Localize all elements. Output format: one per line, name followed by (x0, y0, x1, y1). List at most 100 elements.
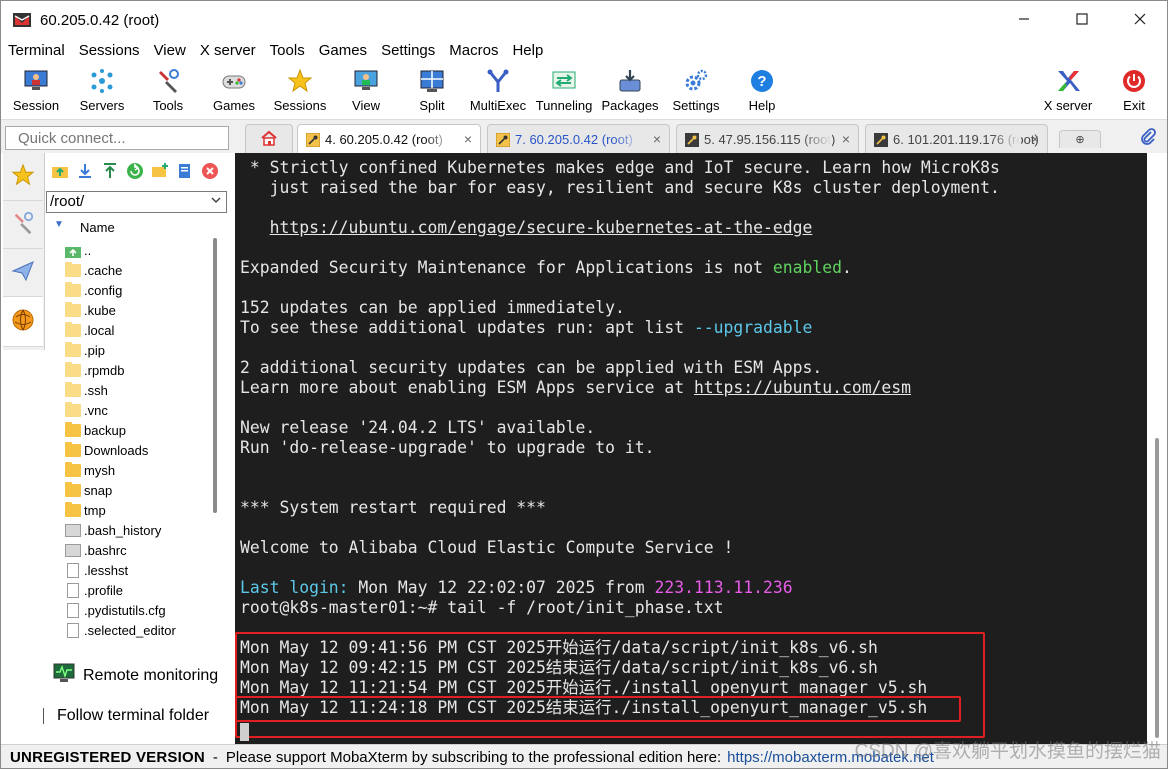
file-list-item[interactable]: snap (65, 480, 215, 500)
upload-icon[interactable] (101, 162, 119, 180)
terminal-text: * Strictly confined Kubernetes makes edg… (240, 158, 1000, 177)
file-list-item[interactable]: .ssh (65, 380, 215, 400)
menu-help[interactable]: Help (505, 39, 550, 63)
multiexec-label: MultiExec (469, 98, 527, 113)
sidebar-tab-macros[interactable] (3, 249, 43, 297)
file-list-item[interactable]: .pydistutils.cfg (65, 600, 215, 620)
ssh-key-icon (685, 132, 699, 147)
tools-button[interactable]: Tools (136, 66, 200, 118)
menu-terminal[interactable]: Terminal (1, 39, 72, 63)
quick-connect-input[interactable] (5, 126, 229, 150)
gamepad-icon (221, 68, 247, 94)
file-list-item[interactable]: .bashrc (65, 540, 215, 560)
exit-button[interactable]: Exit (1102, 66, 1166, 118)
terminal-scrollbar[interactable] (1147, 153, 1167, 744)
terminal-output[interactable]: * Strictly confined Kubernetes makes edg… (235, 153, 1147, 744)
follow-terminal-folder-checkbox[interactable]: Follow terminal folder (43, 707, 209, 725)
menu-sessions[interactable]: Sessions (72, 39, 147, 63)
games-button[interactable]: Games (202, 66, 266, 118)
file-list-item[interactable]: .. (65, 240, 215, 260)
minimize-button[interactable] (995, 1, 1053, 39)
sidebar-tab-tools[interactable] (3, 201, 43, 249)
home-tab[interactable] (245, 124, 293, 154)
xserver-button[interactable]: X server (1036, 66, 1100, 118)
gears-icon (683, 68, 709, 94)
sessions-button[interactable]: Sessions (268, 66, 332, 118)
file-icon (65, 543, 81, 557)
terminal-line: To see these additional updates run: apt… (240, 318, 812, 338)
terminal-text: Expanded Security Maintenance for Applic… (240, 258, 773, 277)
tab-session-6[interactable]: 6. 101.201.119.176 (root) × (865, 124, 1048, 154)
xserver-label: X server (1043, 98, 1093, 113)
close-tab-icon[interactable]: × (842, 131, 850, 147)
file-list-item[interactable]: .profile (65, 580, 215, 600)
file-list-item[interactable]: .vnc (65, 400, 215, 420)
sftp-toolbar (45, 153, 233, 189)
maximize-button[interactable] (1053, 1, 1111, 39)
close-button[interactable] (1111, 1, 1167, 39)
new-folder-icon[interactable] (151, 162, 169, 180)
hidden-folder-icon (65, 381, 81, 397)
split-button[interactable]: Split (400, 66, 464, 118)
hidden-folder-icon (65, 341, 81, 357)
file-list-item[interactable]: backup (65, 420, 215, 440)
terminal-line: New release '24.04.2 LTS' available. (240, 418, 595, 438)
menu-view[interactable]: View (147, 39, 193, 63)
xserver-icon (1055, 68, 1081, 94)
menu-xserver[interactable]: X server (193, 39, 263, 63)
close-tab-icon[interactable]: × (1031, 131, 1039, 147)
file-list-item[interactable]: .selected_editor (65, 620, 215, 640)
plus-icon: ⊕ (1075, 134, 1085, 146)
refresh-icon[interactable] (126, 162, 144, 180)
terminal-text: Last login: (240, 578, 349, 597)
file-list-item[interactable]: .rpmdb (65, 360, 215, 380)
multiexec-button[interactable]: MultiExec (466, 66, 530, 118)
file-list-header[interactable]: ▼ Name (46, 217, 206, 237)
tab-session-5[interactable]: 5. 47.95.156.115 (root) × (676, 124, 859, 154)
file-list-item[interactable]: Downloads (65, 440, 215, 460)
svg-text:?: ? (757, 73, 766, 90)
file-list-item[interactable]: mysh (65, 460, 215, 480)
tunneling-button[interactable]: Tunneling (532, 66, 596, 118)
file-list-item[interactable]: .kube (65, 300, 215, 320)
file-list-item[interactable]: .lesshst (65, 560, 215, 580)
download-icon[interactable] (76, 162, 94, 180)
tab-row: 4. 60.205.0.42 (root) × 7. 60.205.0.42 (… (1, 119, 1167, 154)
terminal-scrollbar-thumb[interactable] (1155, 438, 1159, 738)
parent-folder-icon[interactable] (51, 162, 69, 180)
file-list-item[interactable]: .config (65, 280, 215, 300)
menu-games[interactable]: Games (312, 39, 374, 63)
terminal-line: *** System restart required *** (240, 498, 546, 518)
sidebar-tab-sessions[interactable] (3, 153, 43, 201)
file-list-item[interactable]: .bash_history (65, 520, 215, 540)
close-tab-icon[interactable]: × (653, 131, 661, 147)
close-icon (1134, 12, 1146, 28)
file-list-item[interactable]: .local (65, 320, 215, 340)
tab-session-7[interactable]: 7. 60.205.0.42 (root) × (487, 124, 670, 154)
file-list-item[interactable]: tmp (65, 500, 215, 520)
sftp-path-select[interactable]: /root/ (46, 191, 227, 213)
menu-macros[interactable]: Macros (442, 39, 505, 63)
tab-session-4[interactable]: 4. 60.205.0.42 (root) × (297, 124, 481, 154)
close-tab-icon[interactable]: × (464, 131, 472, 147)
paperclip-icon[interactable] (1139, 128, 1157, 149)
sidebar-tab-sftp[interactable] (3, 297, 43, 347)
remote-monitoring-button[interactable]: Remote monitoring (53, 663, 218, 688)
delete-icon[interactable] (201, 162, 219, 180)
sftp-path-value: /root/ (50, 193, 85, 210)
packages-button[interactable]: Packages (598, 66, 662, 118)
terminal-text: enabled (772, 258, 842, 277)
new-tab-button[interactable]: ⊕ (1059, 130, 1101, 148)
session-button[interactable]: Session (4, 66, 68, 118)
help-button[interactable]: ? Help (730, 66, 794, 118)
new-file-icon[interactable] (176, 162, 194, 180)
view-button[interactable]: View (334, 66, 398, 118)
settings-button[interactable]: Settings (664, 66, 728, 118)
file-list-scrollbar[interactable] (213, 238, 217, 513)
file-list-item[interactable]: .cache (65, 260, 215, 280)
terminal-text: Mon May 12 22:02:07 2025 from (348, 578, 655, 597)
servers-button[interactable]: Servers (70, 66, 134, 118)
file-list-item[interactable]: .pip (65, 340, 215, 360)
menu-tools[interactable]: Tools (263, 39, 312, 63)
menu-settings[interactable]: Settings (374, 39, 442, 63)
